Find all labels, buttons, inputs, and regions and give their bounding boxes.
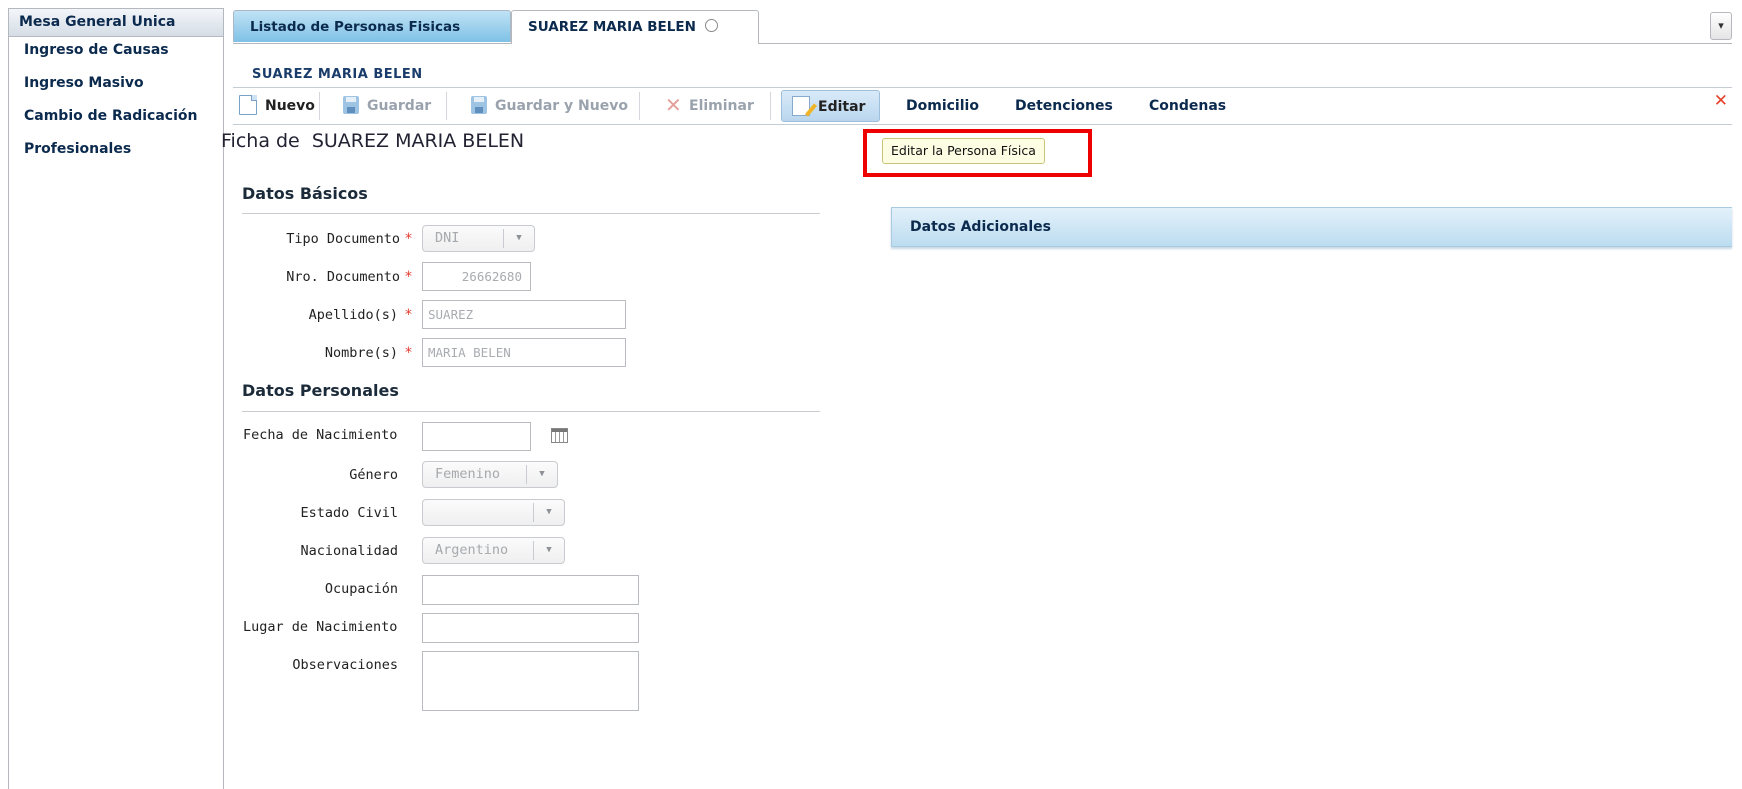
- condenas-link[interactable]: Condenas: [1149, 90, 1226, 122]
- toolbar: Nuevo Guardar Guardar y Nuevo ✕ Eliminar …: [233, 87, 1732, 125]
- sidebar-item-ingreso-causas[interactable]: Ingreso de Causas: [9, 34, 223, 67]
- genero-value: Femenino: [435, 466, 501, 482]
- tab-suarez-maria-belen[interactable]: SUAREZ MARIA BELEN: [511, 10, 759, 44]
- fecha-nacimiento-input[interactable]: [422, 422, 531, 451]
- tab-listado-label: Listado de Personas Fisicas: [250, 19, 461, 35]
- section-divider: [242, 213, 820, 214]
- required-mark: *: [405, 269, 412, 285]
- panel-title: SUAREZ MARIA BELEN: [252, 67, 423, 82]
- label-estado-civil: Estado Civil: [300, 505, 398, 521]
- sidebar: Mesa General Unica Ingreso de Causas Ing…: [8, 8, 224, 789]
- domicilio-link[interactable]: Domicilio: [906, 90, 979, 122]
- tab-close-icon[interactable]: [704, 19, 718, 32]
- tooltip: Editar la Persona Física: [882, 138, 1045, 164]
- new-document-icon: [239, 94, 257, 115]
- nro-documento-input[interactable]: 26662680: [422, 262, 531, 291]
- required-mark: *: [405, 307, 412, 323]
- nuevo-button[interactable]: Nuevo: [233, 90, 319, 122]
- section-divider: [242, 411, 820, 412]
- observaciones-textarea[interactable]: [422, 651, 639, 711]
- nombres-input[interactable]: MARIA BELEN: [422, 338, 626, 367]
- guardar-label: Guardar: [367, 98, 432, 114]
- editar-button[interactable]: Editar: [781, 90, 880, 122]
- datos-adicionales-panel-header[interactable]: Datos Adicionales: [891, 207, 1732, 247]
- nuevo-label: Nuevo: [265, 98, 315, 114]
- tab-menu-chevron-down-icon[interactable]: ▾: [1710, 12, 1732, 40]
- label-nacionalidad: Nacionalidad: [300, 543, 398, 559]
- section-title-datos-basicos: Datos Básicos: [242, 184, 368, 203]
- section-title-datos-personales: Datos Personales: [242, 381, 399, 400]
- sidebar-item-cambio-radicacion[interactable]: Cambio de Radicación: [9, 100, 223, 133]
- guardar-y-nuevo-button[interactable]: Guardar y Nuevo: [465, 90, 640, 122]
- tipo-documento-value: DNI: [435, 230, 460, 246]
- apellidos-input[interactable]: SUAREZ: [422, 300, 626, 329]
- label-nro-documento: Nro. Documento: [286, 269, 400, 285]
- sidebar-header[interactable]: Mesa General Unica: [9, 9, 223, 37]
- detenciones-link[interactable]: Detenciones: [1015, 90, 1113, 122]
- label-nombres: Nombre(s): [324, 345, 398, 361]
- page-title-prefix: Ficha de: [221, 130, 300, 152]
- calendar-icon[interactable]: [551, 428, 568, 443]
- eliminar-button[interactable]: ✕ Eliminar: [659, 90, 769, 122]
- sidebar-item-ingreso-masivo[interactable]: Ingreso Masivo: [9, 67, 223, 100]
- sidebar-item-profesionales[interactable]: Profesionales: [9, 133, 223, 166]
- toolbar-separator: [319, 92, 320, 120]
- edit-icon: [792, 95, 810, 116]
- ocupacion-input[interactable]: [422, 575, 639, 605]
- chevron-down-icon[interactable]: ▼: [526, 465, 557, 484]
- label-tipo-documento: Tipo Documento: [286, 231, 400, 247]
- required-mark: *: [405, 345, 412, 361]
- tab-listado-personas[interactable]: Listado de Personas Fisicas: [233, 10, 511, 42]
- delete-icon: ✕: [665, 92, 682, 117]
- label-genero: Género: [349, 467, 398, 483]
- close-icon[interactable]: ✕: [1714, 91, 1728, 111]
- save-icon: [471, 95, 487, 114]
- label-apellidos: Apellido(s): [308, 307, 398, 323]
- nacionalidad-select[interactable]: Argentino ▼: [422, 537, 565, 564]
- toolbar-separator: [446, 92, 447, 120]
- eliminar-label: Eliminar: [689, 98, 754, 114]
- save-icon: [343, 95, 359, 114]
- chevron-down-icon[interactable]: ▼: [503, 229, 534, 248]
- nacionalidad-value: Argentino: [435, 542, 509, 558]
- page-title: Ficha de SUAREZ MARIA BELEN: [221, 130, 524, 152]
- toolbar-separator: [639, 92, 640, 120]
- required-mark: *: [405, 231, 412, 247]
- label-ocupacion: Ocupación: [324, 581, 398, 597]
- guardar-button[interactable]: Guardar: [337, 90, 447, 122]
- tab-strip: Listado de Personas Fisicas SUAREZ MARIA…: [233, 10, 1732, 44]
- estado-civil-select[interactable]: ▼: [422, 499, 565, 526]
- label-observaciones: Observaciones: [292, 657, 398, 673]
- tab-active-label: SUAREZ MARIA BELEN: [528, 19, 696, 35]
- page-title-name: SUAREZ MARIA BELEN: [311, 130, 525, 152]
- label-fecha-nacimiento: Fecha de Nacimiento: [243, 427, 398, 443]
- chevron-down-icon[interactable]: ▼: [533, 541, 564, 560]
- toolbar-separator: [770, 92, 771, 120]
- tipo-documento-select[interactable]: DNI ▼: [422, 225, 535, 252]
- editar-label: Editar: [818, 99, 866, 115]
- chevron-down-icon[interactable]: ▼: [533, 503, 564, 522]
- genero-select[interactable]: Femenino ▼: [422, 461, 558, 488]
- guardar-y-nuevo-label: Guardar y Nuevo: [495, 98, 628, 114]
- lugar-nacimiento-input[interactable]: [422, 613, 639, 643]
- label-lugar-nacimiento: Lugar de Nacimiento: [243, 619, 398, 635]
